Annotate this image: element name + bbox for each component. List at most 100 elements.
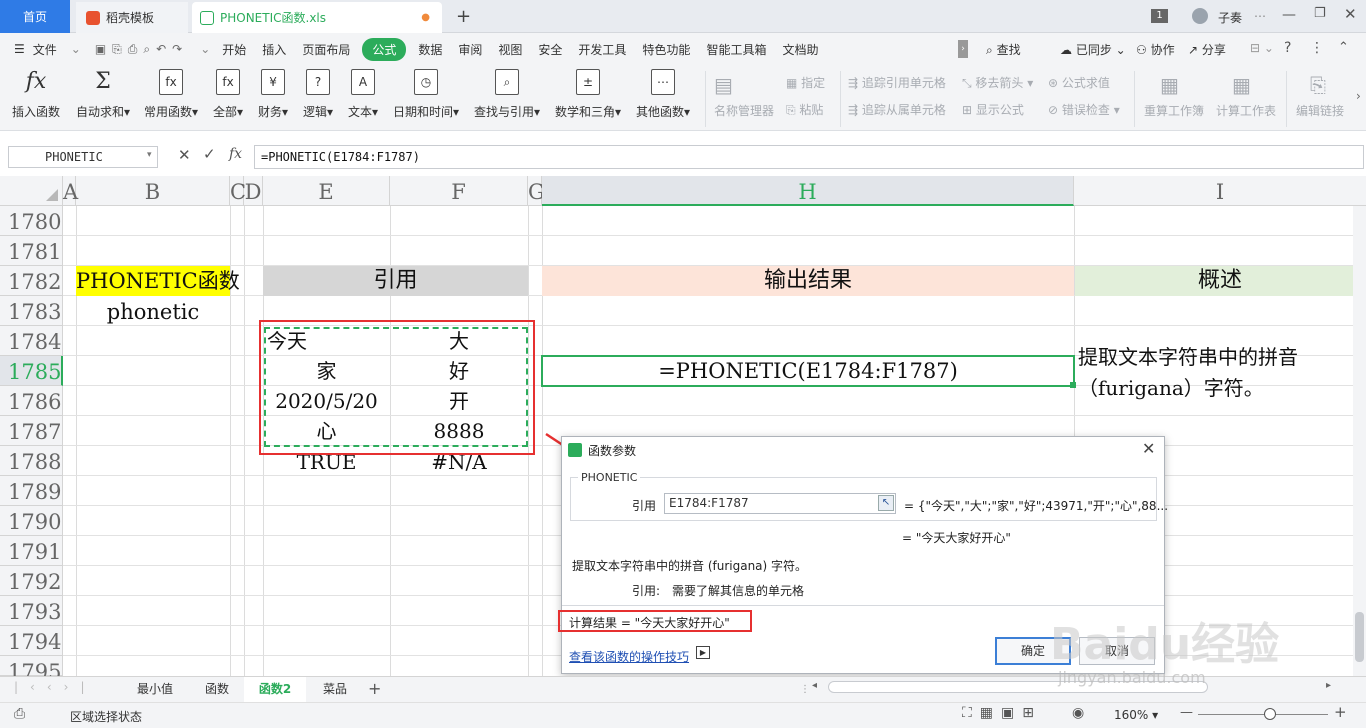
fill-handle[interactable] bbox=[1070, 382, 1076, 388]
vertical-scrollbar[interactable] bbox=[1353, 206, 1366, 676]
hamburger-icon[interactable]: ☰ bbox=[0, 42, 33, 56]
window-count-badge[interactable]: 1 bbox=[1151, 9, 1168, 23]
minimize-icon[interactable]: — bbox=[1282, 7, 1296, 23]
all-functions-button[interactable]: fx 全部▾ bbox=[213, 69, 243, 120]
eye-protection-icon[interactable]: ◉ bbox=[1072, 705, 1084, 721]
col-header-b[interactable]: B bbox=[76, 176, 230, 206]
sheet-tab[interactable]: 菜品 bbox=[306, 677, 364, 703]
datetime-button[interactable]: ◷ 日期和时间▾ bbox=[393, 69, 459, 120]
search-button[interactable]: ⌕ 查找 bbox=[986, 41, 1021, 58]
select-all-corner[interactable] bbox=[0, 176, 63, 206]
cell-i1782[interactable]: 概述 bbox=[1074, 266, 1366, 296]
col-header-e[interactable]: E bbox=[263, 176, 390, 206]
calc-sheet-button[interactable]: 计算工作表 bbox=[1216, 102, 1276, 119]
logic-button[interactable]: ? 逻辑▾ bbox=[303, 69, 333, 120]
remove-arrows-button[interactable]: ⤡ 移去箭头 ▾ bbox=[962, 74, 1033, 91]
define-name-button[interactable]: ▦ 指定 bbox=[786, 74, 825, 91]
text-button[interactable]: A 文本▾ bbox=[348, 69, 378, 120]
row-header-active[interactable]: 1785 bbox=[0, 356, 63, 386]
add-sheet-icon[interactable]: + bbox=[368, 679, 381, 698]
zoom-out-icon[interactable]: — bbox=[1180, 705, 1193, 720]
col-header-c[interactable]: C bbox=[230, 176, 246, 206]
col-header-d[interactable]: D bbox=[244, 176, 263, 206]
macro-icon[interactable]: ⎙ bbox=[14, 706, 25, 722]
menu-item[interactable]: 页面布局 bbox=[294, 41, 358, 58]
row-header[interactable]: 1784 bbox=[0, 326, 63, 356]
help-link[interactable]: 查看该函数的操作技巧 bbox=[569, 648, 689, 665]
finance-button[interactable]: ¥ 财务▾ bbox=[258, 69, 288, 120]
vertical-scroll-thumb[interactable] bbox=[1355, 612, 1364, 662]
h-scroll-handle-icon[interactable]: ⋮ bbox=[800, 684, 810, 695]
sync-status[interactable]: ☁ 已同步 ⌄ bbox=[1060, 41, 1126, 58]
name-box[interactable]: PHONETIC bbox=[8, 146, 158, 168]
cell-e1782[interactable]: 引用 bbox=[263, 266, 528, 296]
error-check-button[interactable]: ⊘ 错误检查 ▾ bbox=[1048, 101, 1120, 118]
fx-icon[interactable]: fx bbox=[229, 146, 242, 162]
row-header[interactable]: 1791 bbox=[0, 536, 63, 566]
menu-item[interactable]: 开始 bbox=[214, 41, 254, 58]
zoom-in-icon[interactable]: + bbox=[1334, 703, 1347, 721]
col-header-h-active[interactable]: H bbox=[542, 176, 1074, 206]
col-header-f[interactable]: F bbox=[390, 176, 528, 206]
row-header[interactable]: 1787 bbox=[0, 416, 63, 446]
row-header[interactable]: 1795 bbox=[0, 656, 63, 684]
toolbar-mode-icon[interactable]: ⊟ ⌄ bbox=[1250, 41, 1274, 55]
cell-h1782[interactable]: 输出结果 bbox=[542, 266, 1074, 296]
row-header[interactable]: 1781 bbox=[0, 236, 63, 266]
restore-icon[interactable]: ❐ bbox=[1314, 6, 1326, 21]
new-tab-button[interactable]: + bbox=[456, 6, 471, 27]
ribbon-scroll-right-icon[interactable]: › bbox=[1356, 89, 1361, 103]
cell-i1785-line1[interactable]: 提取文本字符串中的拼音 bbox=[1078, 342, 1298, 372]
name-box-dropdown-icon[interactable]: ▾ bbox=[147, 150, 152, 160]
sheet-nav-icons[interactable]: |‹‹›| bbox=[14, 680, 96, 694]
row-header[interactable]: 1780 bbox=[0, 206, 63, 236]
zoom-slider-track[interactable] bbox=[1198, 714, 1328, 715]
scroll-left-icon[interactable]: ◂ bbox=[812, 680, 817, 691]
row-header[interactable]: 1794 bbox=[0, 626, 63, 656]
row-header[interactable]: 1790 bbox=[0, 506, 63, 536]
video-icon[interactable]: ▶ bbox=[696, 646, 710, 659]
avatar[interactable] bbox=[1192, 8, 1208, 24]
zoom-slider-knob[interactable] bbox=[1264, 708, 1276, 720]
menu-item[interactable]: 开发工具 bbox=[570, 41, 634, 58]
menu-item[interactable]: 智能工具箱 bbox=[698, 41, 774, 58]
cancel-icon[interactable]: ✕ bbox=[178, 146, 191, 164]
formula-input[interactable]: =PHONETIC(E1784:F1787) bbox=[254, 145, 1364, 169]
scroll-right-icon[interactable]: ▸ bbox=[1326, 680, 1331, 691]
chevron-down-icon[interactable]: ⌄ bbox=[65, 42, 87, 56]
evaluate-formula-button[interactable]: ⊛ 公式求值 bbox=[1048, 74, 1110, 91]
cell-i1785-line2[interactable]: （furigana）字符。 bbox=[1078, 373, 1264, 403]
menu-item-formula-active[interactable]: 公式 bbox=[362, 37, 407, 61]
menu-item[interactable]: 视图 bbox=[490, 41, 530, 58]
row-header[interactable]: 1786 bbox=[0, 386, 63, 416]
close-window-icon[interactable]: ✕ bbox=[1344, 5, 1357, 23]
quick-access-more-icon[interactable]: ⌄ bbox=[196, 42, 214, 56]
lookup-button[interactable]: ⌕ 查找与引用▾ bbox=[474, 69, 540, 120]
help-icon[interactable]: ? bbox=[1284, 40, 1291, 56]
tab-file[interactable]: PHONETIC函数.xls ● bbox=[192, 2, 442, 33]
menu-more-icon[interactable]: ⋯ bbox=[1254, 9, 1266, 23]
menu-item[interactable]: 数据 bbox=[410, 41, 450, 58]
show-formulas-button[interactable]: ⊞ 显示公式 bbox=[962, 101, 1024, 118]
trace-dependents-button[interactable]: ⇶ 追踪从属单元格 bbox=[848, 101, 946, 118]
col-header-g[interactable]: G bbox=[528, 176, 545, 206]
dialog-close-icon[interactable]: ✕ bbox=[1142, 439, 1155, 458]
menu-item[interactable]: 特色功能 bbox=[634, 41, 698, 58]
sheet-tab[interactable]: 最小值 bbox=[120, 677, 190, 703]
collapse-ribbon-icon[interactable]: ⌃ bbox=[1338, 40, 1349, 55]
tab-templates[interactable]: 稻壳模板 bbox=[76, 2, 188, 33]
row-header[interactable]: 1793 bbox=[0, 596, 63, 626]
arg-input[interactable]: E1784:F1787 bbox=[664, 493, 896, 514]
row-header[interactable]: 1792 bbox=[0, 566, 63, 596]
sheet-tab[interactable]: 函数 bbox=[190, 677, 244, 703]
insert-function-button[interactable]: fx 插入函数 bbox=[12, 69, 60, 120]
tab-home[interactable]: 首页 bbox=[0, 0, 70, 33]
col-header-a[interactable]: A bbox=[63, 176, 78, 206]
zoom-level[interactable]: 160% ▾ bbox=[1114, 708, 1158, 722]
row-header[interactable]: 1782 bbox=[0, 266, 63, 296]
range-select-icon[interactable]: ↖ bbox=[878, 495, 894, 511]
autosum-button[interactable]: Σ 自动求和▾ bbox=[76, 69, 130, 120]
menu-scroll-right-icon[interactable]: › bbox=[958, 40, 968, 58]
recalc-workbook-button[interactable]: 重算工作簿 bbox=[1144, 102, 1204, 119]
quick-access-icons[interactable]: ▣⎘⎙⌕↶↷ bbox=[87, 42, 196, 57]
